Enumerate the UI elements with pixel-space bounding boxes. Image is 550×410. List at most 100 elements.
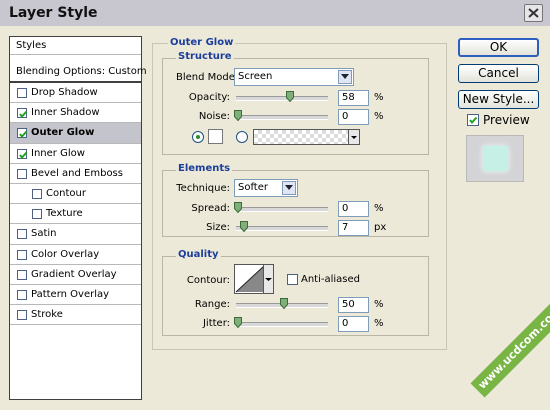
style-item[interactable]: Gradient Overlay (10, 265, 141, 285)
jitter-label: Jitter: (202, 318, 230, 329)
style-item[interactable]: Color Overlay (10, 245, 141, 265)
range-unit: % (374, 299, 384, 310)
size-unit: px (374, 222, 387, 233)
style-item-label: Contour (46, 188, 86, 199)
style-checkbox[interactable] (17, 229, 27, 240)
style-checkbox[interactable] (17, 128, 28, 139)
outer-glow-title: Outer Glow (168, 37, 236, 48)
anti-aliased-label: Anti-aliased (301, 274, 361, 285)
jitter-input[interactable]: 0 (338, 316, 369, 332)
style-item-label: Stroke (31, 309, 63, 321)
jitter-slider-thumb[interactable] (234, 317, 242, 328)
style-checkbox[interactable] (17, 108, 28, 119)
style-item[interactable]: Satin (10, 224, 141, 245)
style-item-label: Inner Glow (31, 147, 85, 159)
technique-value: Softer (238, 182, 268, 193)
style-item-label: Color Overlay (31, 248, 100, 260)
spread-unit: % (374, 203, 384, 214)
style-checkbox[interactable] (32, 209, 42, 220)
style-checkbox[interactable] (17, 168, 27, 179)
range-label: Range: (194, 299, 230, 310)
style-item[interactable]: Contour (10, 184, 141, 205)
size-slider-thumb[interactable] (240, 221, 248, 232)
blend-mode-select[interactable]: Screen (234, 68, 354, 86)
new-style-button[interactable]: New Style... (458, 90, 539, 109)
noise-input[interactable]: 0 (338, 109, 369, 125)
style-item-label: Pattern Overlay (31, 289, 110, 300)
glow-color-swatch[interactable] (208, 129, 223, 144)
styles-header-label: Styles (16, 40, 47, 51)
gradient-dropdown-icon[interactable] (348, 130, 359, 144)
anti-aliased-checkbox[interactable] (287, 274, 298, 285)
noise-slider-thumb[interactable] (234, 110, 242, 121)
close-button[interactable] (524, 4, 543, 22)
spread-slider-track[interactable] (236, 207, 328, 212)
blend-mode-label: Blend Mode: (176, 72, 239, 83)
style-item[interactable]: Inner Glow (10, 144, 141, 164)
solid-color-radio[interactable] (192, 131, 204, 143)
layer-style-dialog: Layer Style Styles Blending Options: Cus… (0, 0, 550, 410)
watermark: www.ucdcom.com (470, 298, 550, 398)
styles-list: Styles Blending Options: Custom Drop Sha… (9, 36, 147, 400)
spread-slider-thumb[interactable] (234, 202, 242, 213)
styles-header[interactable]: Styles (10, 37, 141, 55)
noise-label: Noise: (198, 111, 230, 122)
spread-label: Spread: (191, 203, 230, 214)
size-input[interactable]: 7 (338, 220, 369, 236)
style-item[interactable]: Bevel and Emboss (10, 164, 141, 184)
opacity-unit: % (374, 92, 384, 103)
opacity-slider-track[interactable] (236, 96, 328, 101)
technique-label: Technique: (176, 183, 230, 194)
preview-thumbnail (466, 135, 524, 182)
style-checkbox[interactable] (17, 310, 27, 321)
jitter-slider-track[interactable] (236, 322, 328, 327)
style-item[interactable]: Inner Shadow (10, 103, 141, 124)
cancel-button[interactable]: Cancel (458, 64, 539, 83)
close-icon (528, 8, 539, 18)
contour-curve-icon (235, 265, 265, 293)
quality-title: Quality (176, 249, 221, 260)
glow-gradient-picker[interactable] (253, 129, 360, 145)
style-checkbox[interactable] (17, 290, 27, 300)
contour-dropdown-icon[interactable] (263, 265, 273, 293)
style-checkbox[interactable] (17, 88, 27, 98)
style-item[interactable]: Pattern Overlay (10, 285, 141, 306)
opacity-input[interactable]: 58 (338, 90, 369, 106)
style-item[interactable]: Texture (10, 204, 141, 225)
technique-select[interactable]: Softer (234, 179, 298, 197)
blending-options-item[interactable]: Blending Options: Custom (10, 62, 147, 83)
style-item[interactable]: Outer Glow (10, 123, 141, 144)
blending-options-label: Blending Options: Custom (16, 66, 147, 77)
opacity-slider-thumb[interactable] (286, 91, 294, 102)
checkmark-icon (19, 131, 28, 139)
style-item[interactable]: Stroke (10, 305, 141, 326)
style-checkbox[interactable] (17, 269, 27, 280)
ok-button[interactable]: OK (458, 38, 539, 57)
style-item-label: Satin (31, 228, 57, 240)
style-item-label: Inner Shadow (31, 107, 100, 119)
checkmark-icon (19, 151, 28, 159)
style-item[interactable]: Drop Shadow (10, 83, 141, 104)
style-checkbox[interactable] (17, 148, 28, 159)
size-slider-track[interactable] (236, 226, 328, 231)
preview-swatch (483, 146, 508, 171)
elements-title: Elements (176, 163, 233, 174)
contour-picker[interactable] (234, 264, 274, 294)
spread-input[interactable]: 0 (338, 201, 369, 217)
window-title: Layer Style (9, 5, 98, 21)
style-item-label: Drop Shadow (31, 87, 98, 98)
title-bar[interactable]: Layer Style (0, 0, 550, 26)
contour-label: Contour: (186, 275, 230, 286)
noise-slider-track[interactable] (236, 115, 328, 120)
style-checkbox[interactable] (32, 189, 42, 199)
noise-unit: % (374, 111, 384, 122)
range-input[interactable]: 50 (338, 297, 369, 313)
jitter-unit: % (374, 318, 384, 329)
gradient-radio[interactable] (236, 131, 248, 143)
range-slider-thumb[interactable] (280, 298, 288, 309)
preview-checkbox[interactable] (467, 114, 479, 126)
style-item-label: Texture (46, 208, 83, 220)
blend-mode-value: Screen (238, 71, 273, 82)
style-checkbox[interactable] (17, 249, 27, 260)
chevron-down-icon (282, 181, 296, 195)
